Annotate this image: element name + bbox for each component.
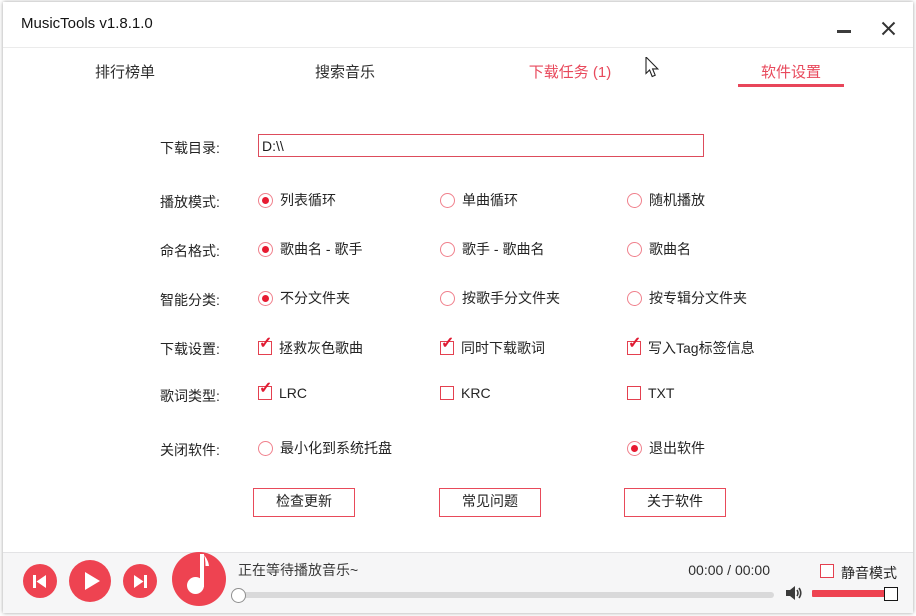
checkbox-icon: ✓ xyxy=(258,386,272,400)
radio-icon xyxy=(627,441,642,456)
radio-icon xyxy=(258,242,273,257)
row-label: 下载设置: xyxy=(160,339,220,359)
progress-slider[interactable] xyxy=(238,592,774,598)
radio-artist-song[interactable]: 歌手 - 歌曲名 xyxy=(440,239,544,259)
checkbox-icon: ✓ xyxy=(627,341,641,355)
radio-icon xyxy=(627,291,642,306)
close-button[interactable] xyxy=(873,14,903,42)
radio-minimize-to-tray[interactable]: 最小化到系统托盘 xyxy=(258,438,392,458)
checkbox-rescue-gray-songs[interactable]: ✓ 拯救灰色歌曲 xyxy=(258,338,363,358)
radio-icon xyxy=(440,193,455,208)
play-button[interactable] xyxy=(69,560,111,602)
checkbox-txt[interactable]: ✓ TXT xyxy=(627,385,674,401)
next-track-button[interactable] xyxy=(123,564,157,598)
row-label: 歌词类型: xyxy=(160,386,220,406)
radio-no-folder[interactable]: 不分文件夹 xyxy=(258,288,350,308)
mute-label: 静音模式 xyxy=(841,563,897,583)
minimize-button[interactable] xyxy=(829,14,859,42)
checkbox-icon: ✓ xyxy=(627,386,641,400)
radio-exit-app[interactable]: 退出软件 xyxy=(627,438,705,458)
radio-icon xyxy=(258,193,273,208)
progress-slider-handle[interactable] xyxy=(231,588,246,603)
radio-icon xyxy=(627,193,642,208)
checkbox-icon: ✓ xyxy=(258,341,272,355)
check-mark-icon: ✓ xyxy=(259,336,272,352)
faq-button[interactable]: 常见问题 xyxy=(439,488,541,517)
play-icon xyxy=(85,572,100,590)
row-label: 关闭软件: xyxy=(160,440,220,460)
mute-checkbox[interactable] xyxy=(820,564,834,578)
checkbox-lrc[interactable]: ✓ LRC xyxy=(258,385,307,401)
check-update-button[interactable]: 检查更新 xyxy=(253,488,355,517)
about-button[interactable]: 关于软件 xyxy=(624,488,726,517)
volume-area xyxy=(786,585,803,606)
radio-icon xyxy=(258,441,273,456)
player-status-text: 正在等待播放音乐~ xyxy=(238,560,358,580)
minimize-icon xyxy=(837,30,851,33)
volume-slider[interactable] xyxy=(812,590,890,597)
row-label: 智能分类: xyxy=(160,290,220,310)
radio-single-loop[interactable]: 单曲循环 xyxy=(440,190,518,210)
row-label: 命名格式: xyxy=(160,241,220,261)
volume-slider-handle[interactable] xyxy=(884,587,898,601)
radio-shuffle[interactable]: 随机播放 xyxy=(627,190,705,210)
checkbox-write-tag-info[interactable]: ✓ 写入Tag标签信息 xyxy=(627,338,755,358)
radio-song-artist[interactable]: 歌曲名 - 歌手 xyxy=(258,239,362,259)
next-icon xyxy=(133,575,147,588)
download-dir-input[interactable] xyxy=(258,134,704,157)
app-title: MusicTools v1.8.1.0 xyxy=(21,15,153,32)
previous-icon xyxy=(33,575,47,588)
tab-search-music[interactable]: 搜索音乐 xyxy=(285,61,405,83)
check-mark-icon: ✓ xyxy=(628,336,641,352)
radio-song-only[interactable]: 歌曲名 xyxy=(627,239,691,259)
time-display: 00:00 / 00:00 xyxy=(650,562,770,578)
active-tab-underline xyxy=(738,84,844,87)
radio-icon xyxy=(627,242,642,257)
radio-icon xyxy=(440,242,455,257)
tab-download-tasks[interactable]: 下载任务 (1) xyxy=(510,61,630,83)
app-window: MusicTools v1.8.1.0 排行榜单 搜索音乐 下载任务 (1) 软… xyxy=(0,0,916,616)
check-mark-icon: ✓ xyxy=(259,381,272,397)
app-logo xyxy=(172,552,226,611)
checkbox-icon: ✓ xyxy=(440,386,454,400)
close-icon xyxy=(881,21,896,36)
radio-folder-by-artist[interactable]: 按歌手分文件夹 xyxy=(440,288,560,308)
check-mark-icon: ✓ xyxy=(441,336,454,352)
tab-rankings[interactable]: 排行榜单 xyxy=(65,61,185,83)
radio-icon xyxy=(258,291,273,306)
row-label: 播放模式: xyxy=(160,192,220,212)
previous-track-button[interactable] xyxy=(23,564,57,598)
checkbox-krc[interactable]: ✓ KRC xyxy=(440,385,491,401)
radio-folder-by-album[interactable]: 按专辑分文件夹 xyxy=(627,288,747,308)
tab-settings[interactable]: 软件设置 xyxy=(731,61,851,83)
speaker-icon[interactable] xyxy=(786,585,803,601)
title-bar[interactable]: MusicTools v1.8.1.0 xyxy=(3,2,913,48)
radio-icon xyxy=(440,291,455,306)
checkbox-icon: ✓ xyxy=(440,341,454,355)
checkbox-download-lyrics[interactable]: ✓ 同时下载歌词 xyxy=(440,338,545,358)
download-dir-label: 下载目录: xyxy=(160,138,220,158)
radio-list-loop[interactable]: 列表循环 xyxy=(258,190,336,210)
music-note-icon xyxy=(172,552,226,606)
